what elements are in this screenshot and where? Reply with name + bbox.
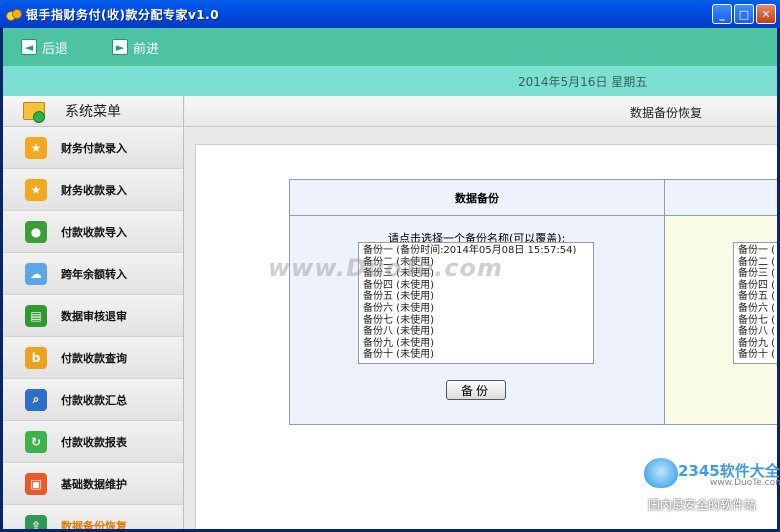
- list-item[interactable]: 备份六 (未使用): [363, 303, 589, 315]
- current-date: 2014年5月16日 星期五: [518, 74, 648, 89]
- sidebar-item[interactable]: b 付款收款查询: [3, 337, 183, 379]
- list-item[interactable]: 备份七 (: [738, 315, 777, 327]
- list-item[interactable]: 备份八 (: [738, 326, 777, 338]
- back-label: 后退: [42, 41, 69, 57]
- sidebar-item-label: 付款收款导入: [61, 225, 127, 239]
- b-icon: b: [25, 346, 47, 369]
- sidebar-item-label: 付款收款汇总: [61, 393, 127, 407]
- sidebar-menu: ★ 财务付款录入 ★ 财务收款录入 ● 付款收款导入 ☁ 跨年余额转入 ▤ 数据审核退审 b 付款收款…: [3, 127, 183, 529]
- list-item[interactable]: 备份十 (: [738, 349, 777, 361]
- star-icon: ★: [25, 178, 47, 201]
- sidebar-item-label: 数据审核退审: [61, 309, 127, 323]
- watermark-text: www.DuoTe.com: [268, 254, 503, 282]
- logo-site: www.DuoTe.com: [710, 478, 780, 488]
- backup-button[interactable]: 备份: [446, 380, 506, 400]
- sidebar-item[interactable]: ★ 财务收款录入: [3, 169, 183, 211]
- back-button[interactable]: ◄ 后退: [21, 38, 68, 57]
- list-item[interactable]: 备份八 (未使用): [363, 326, 589, 338]
- forward-button[interactable]: ► 前进: [112, 38, 159, 57]
- window-controls: _ □ ✕: [712, 4, 776, 24]
- sidebar-header: 系统菜单: [3, 96, 183, 127]
- sidebar-item-label: 财务收款录入: [61, 183, 127, 197]
- restore-panel: 备份一 (备份二 (备份三 (备份四 (备份五 (备份六 (备份七 (备份八 (…: [665, 179, 777, 425]
- minimize-button[interactable]: _: [712, 4, 732, 24]
- app-coins-icon: [6, 7, 22, 21]
- sidebar-item-label: 付款收款查询: [61, 351, 127, 365]
- share-icon: ⇪: [25, 514, 47, 529]
- list-item[interactable]: 备份二 (: [738, 257, 777, 269]
- list-item[interactable]: 备份四 (: [738, 280, 777, 292]
- mascot-icon: [644, 458, 678, 488]
- sidebar-item[interactable]: ▣ 基础数据维护: [3, 463, 183, 505]
- toolbar: ◄ 后退 ► 前进: [3, 28, 777, 66]
- sidebar-item-label: 基础数据维护: [61, 477, 127, 491]
- sidebar-item[interactable]: ▤ 数据审核退审: [3, 295, 183, 337]
- list-item[interactable]: 备份五 (: [738, 291, 777, 303]
- close-button[interactable]: ✕: [756, 4, 776, 24]
- sidebar-item-label: 跨年余额转入: [61, 267, 127, 281]
- date-bar: 2014年5月16日 星期五: [3, 66, 777, 96]
- backup-panel: 数据备份 请点击选择一个备份名称(可以覆盖): 备份一 (备份时间:2014年0…: [289, 179, 665, 425]
- sidebar-item[interactable]: ☁ 跨年余额转入: [3, 253, 183, 295]
- list-item[interactable]: 备份三 (: [738, 268, 777, 280]
- basket-icon: ▤: [25, 304, 47, 327]
- sidebar: 系统菜单 ★ 财务付款录入 ★ 财务收款录入 ● 付款收款导入 ☁ 跨年余额转入 ▤ 数据审核退审…: [3, 96, 184, 529]
- gift-icon: ▣: [25, 472, 47, 495]
- search-icon: ⌕: [25, 388, 47, 411]
- folder-icon: [23, 102, 45, 123]
- page-title: 数据备份恢复: [630, 106, 703, 120]
- list-item[interactable]: 备份九 (: [738, 338, 777, 350]
- title-bar: 银手指财务付(收)款分配专家v1.0 _ □ ✕: [0, 0, 780, 28]
- sidebar-item[interactable]: ↻ 付款收款报表: [3, 421, 183, 463]
- sidebar-item-label: 数据备份恢复: [61, 519, 127, 530]
- list-item[interactable]: 备份九 (未使用): [363, 338, 589, 350]
- sidebar-item-label: 财务付款录入: [61, 141, 127, 155]
- chat-icon: ●: [25, 220, 47, 243]
- sidebar-item[interactable]: ★ 财务付款录入: [3, 127, 183, 169]
- back-arrow-icon: ◄: [21, 39, 37, 55]
- main-header: 数据备份恢复: [185, 96, 777, 127]
- backup-heading: 数据备份: [290, 180, 664, 216]
- list-item[interactable]: 备份五 (未使用): [363, 291, 589, 303]
- list-item[interactable]: 备份六 (: [738, 303, 777, 315]
- restore-listbox[interactable]: 备份一 (备份二 (备份三 (备份四 (备份五 (备份六 (备份七 (备份八 (…: [733, 242, 777, 364]
- sidebar-item[interactable]: ⇪ 数据备份恢复: [3, 505, 183, 529]
- list-item[interactable]: 备份七 (未使用): [363, 315, 589, 327]
- forward-label: 前进: [133, 41, 160, 57]
- forward-arrow-icon: ►: [112, 39, 129, 55]
- sidebar-item[interactable]: ⌕ 付款收款汇总: [3, 379, 183, 421]
- star-icon: ★: [25, 136, 47, 159]
- window-title: 银手指财务付(收)款分配专家v1.0: [26, 7, 220, 22]
- sidebar-item[interactable]: ● 付款收款导入: [3, 211, 183, 253]
- sidebar-title: 系统菜单: [65, 104, 121, 120]
- restore-heading: [665, 180, 777, 216]
- corner-logo: 2345软件大全 www.DuoTe.com 国内最安全的软件站: [640, 456, 780, 532]
- maximize-button[interactable]: □: [734, 4, 754, 24]
- list-item[interactable]: 备份一 (: [738, 245, 777, 257]
- cloud-icon: ☁: [25, 262, 47, 285]
- logo-slogan: 国内最安全的软件站: [648, 498, 757, 512]
- list-item[interactable]: 备份十 (未使用): [363, 349, 589, 361]
- sidebar-item-label: 付款收款报表: [61, 435, 127, 449]
- refresh-icon: ↻: [25, 430, 47, 453]
